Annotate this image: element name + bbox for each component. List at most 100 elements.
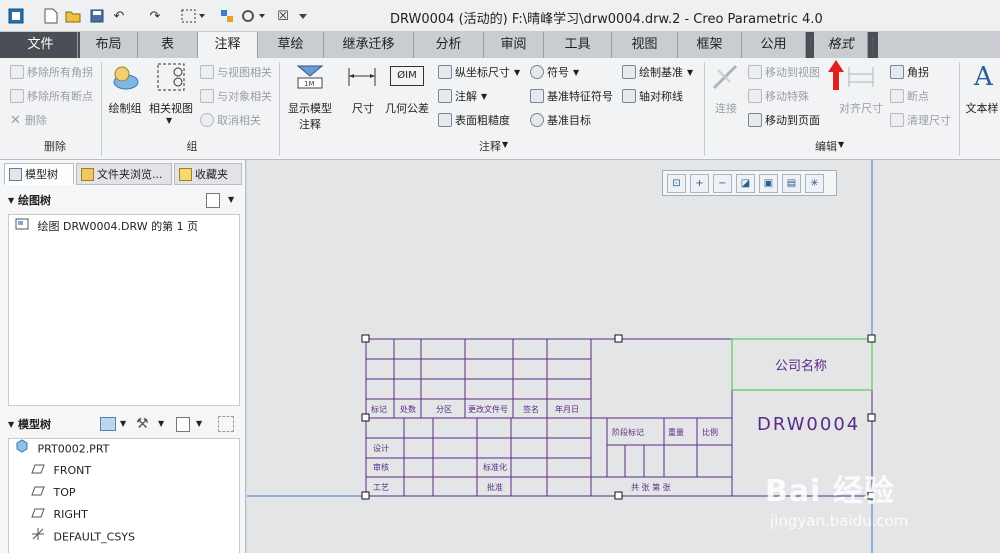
settings-dropdown-icon[interactable]: [240, 6, 268, 26]
tab-model-tree[interactable]: 模型树: [4, 163, 74, 185]
favorites-icon: [179, 168, 192, 181]
edit-group-dropdown-icon[interactable]: ▼: [838, 140, 844, 149]
breakpoint-button[interactable]: 断点: [890, 88, 929, 104]
tab-tools[interactable]: 工具: [544, 32, 612, 58]
draw-datum-button[interactable]: 绘制基准 ▼: [622, 64, 693, 80]
drawing-sheet-icon: [15, 217, 29, 237]
tab-common[interactable]: 公用: [742, 32, 806, 58]
chevron-down-icon[interactable]: ▼: [196, 419, 202, 428]
stage-mark-label: 阶段标记: [612, 427, 644, 437]
corner-button[interactable]: 角拐: [890, 64, 929, 80]
ordinate-dimension-icon: [438, 65, 452, 79]
customize-toolbar-icon[interactable]: [296, 6, 310, 26]
tab-view[interactable]: 视图: [612, 32, 678, 58]
watermark-logo: Bai 经验: [765, 474, 895, 509]
filter-icon[interactable]: [218, 416, 234, 432]
close-window-icon[interactable]: ☒: [274, 6, 292, 26]
cleanup-dimensions-button[interactable]: 清理尺寸: [890, 112, 951, 128]
tab-review[interactable]: 审阅: [484, 32, 544, 58]
chevron-down-icon[interactable]: ▼: [158, 419, 164, 428]
datum-target-button[interactable]: 基准目标: [530, 112, 591, 128]
tab-favorites[interactable]: 收藏夹: [174, 163, 242, 185]
ordinate-dimension-button[interactable]: 纵坐标尺寸 ▼: [438, 64, 520, 80]
svg-text:1M: 1M: [304, 80, 315, 88]
geometric-tolerance-icon: ØIM: [390, 66, 424, 86]
datum-feature-icon: [530, 89, 544, 103]
tree-settings-icon[interactable]: [176, 417, 190, 432]
scale-label: 比例: [702, 427, 718, 437]
tab-format[interactable]: 格式: [814, 32, 868, 58]
tree-item-datum-plane[interactable]: RIGHT: [31, 505, 88, 525]
relate-to-view-button[interactable]: 与视图相关: [200, 64, 272, 80]
geometric-tolerance-button[interactable]: 几何公差: [382, 100, 432, 116]
chevron-down-icon[interactable]: ▼: [228, 195, 234, 204]
connect-icon: [712, 64, 738, 90]
drawing-tree: 绘图 DRW0004.DRW 的第 1 页: [8, 214, 240, 406]
tree-item-datum-plane[interactable]: FRONT: [31, 461, 91, 481]
align-dimensions-button[interactable]: 对齐尺寸: [836, 100, 886, 116]
review-label: 审核: [373, 462, 389, 472]
text-style-button[interactable]: 文本样: [964, 100, 1000, 116]
delete-button[interactable]: ✕ 删除: [10, 112, 47, 128]
collapse-icon: ▼: [8, 196, 15, 205]
show-model-annotations-label-2: 注释: [299, 118, 321, 131]
tab-sketch[interactable]: 草绘: [258, 32, 324, 58]
remove-all-breaks-button[interactable]: 移除所有断点: [10, 88, 93, 104]
relate-to-object-button[interactable]: 与对象相关: [200, 88, 272, 104]
display-style-icon[interactable]: [100, 417, 116, 431]
tools-icon[interactable]: ⚒: [136, 416, 149, 432]
app-menu-icon[interactable]: [6, 6, 26, 26]
tab-analysis[interactable]: 分析: [414, 32, 484, 58]
align-dimensions-icon: [848, 67, 874, 87]
revision-header-change-doc: 更改文件号: [468, 404, 508, 414]
datum-feature-symbol-button[interactable]: 基准特征符号: [530, 88, 613, 104]
unrelate-button[interactable]: 取消相关: [200, 112, 261, 128]
tree-item-datum-plane[interactable]: TOP: [31, 483, 76, 503]
move-to-view-button[interactable]: 移动到视图: [748, 64, 820, 80]
redo-icon[interactable]: ↷: [146, 6, 164, 26]
draw-group-button[interactable]: 绘制组: [104, 100, 146, 116]
note-button[interactable]: 注解 ▼: [438, 88, 487, 104]
regenerate-icon[interactable]: [218, 6, 236, 26]
surface-finish-button[interactable]: 表面粗糙度: [438, 112, 510, 128]
remove-all-corners-button[interactable]: 移除所有角拐: [10, 64, 93, 80]
select-box-icon[interactable]: [180, 6, 208, 26]
unrelate-icon: [200, 113, 214, 127]
symbol-button[interactable]: 符号 ▼: [530, 64, 579, 80]
chevron-down-icon[interactable]: ▼: [120, 419, 126, 428]
annotate-group-dropdown-icon[interactable]: ▼: [502, 140, 508, 149]
tab-file[interactable]: 文件: [4, 32, 78, 58]
surface-finish-icon: [438, 113, 452, 127]
tree-item-drawing-sheet[interactable]: 绘图 DRW0004.DRW 的第 1 页: [15, 217, 198, 237]
chevron-down-icon: ▼: [687, 67, 694, 77]
tree-item-part[interactable]: PRT0002.PRT: [15, 439, 109, 459]
tree-item-coordinate-system[interactable]: DEFAULT_CSYS: [31, 527, 135, 547]
move-special-button[interactable]: 移动特殊: [748, 88, 809, 104]
revision-header-signature: 签名: [523, 404, 539, 414]
undo-icon[interactable]: ↶: [110, 6, 128, 26]
group-divider: [704, 62, 705, 156]
tab-annotate[interactable]: 注释: [198, 32, 258, 58]
ribbon: 移除所有角拐 移除所有断点 ✕ 删除 删除 绘制组 相关视图 ▼ 与视图相关 与对…: [0, 58, 1000, 160]
window-title: DRW0004 (活动的) F:\晴峰学习\drw0004.drw.2 - Cr…: [390, 12, 823, 27]
tab-legacy-migration[interactable]: 继承迁移: [324, 32, 414, 58]
tab-folder-browser[interactable]: 文件夹浏览...: [76, 163, 172, 185]
tab-layout[interactable]: 布局: [80, 32, 138, 58]
move-to-page-button[interactable]: 移动到页面: [748, 112, 820, 128]
dimension-button[interactable]: 尺寸: [350, 100, 376, 116]
move-special-icon: [748, 89, 762, 103]
tree-settings-icon[interactable]: [206, 193, 220, 208]
group-divider: [959, 62, 960, 156]
related-view-button[interactable]: 相关视图: [148, 100, 194, 116]
new-file-icon[interactable]: [42, 6, 60, 26]
connect-button[interactable]: 连接: [712, 100, 740, 116]
axis-symmetry-button[interactable]: 轴对称线: [622, 88, 683, 104]
show-model-annotations-button[interactable]: 显示模型: [286, 100, 334, 116]
related-view-dropdown-icon[interactable]: ▼: [166, 116, 172, 125]
revision-header-date: 年月日: [555, 404, 579, 414]
folder-icon: [81, 168, 94, 181]
open-file-icon[interactable]: [64, 6, 82, 26]
tab-frame[interactable]: 框架: [678, 32, 742, 58]
save-icon[interactable]: [88, 6, 106, 26]
tab-table[interactable]: 表: [138, 32, 198, 58]
